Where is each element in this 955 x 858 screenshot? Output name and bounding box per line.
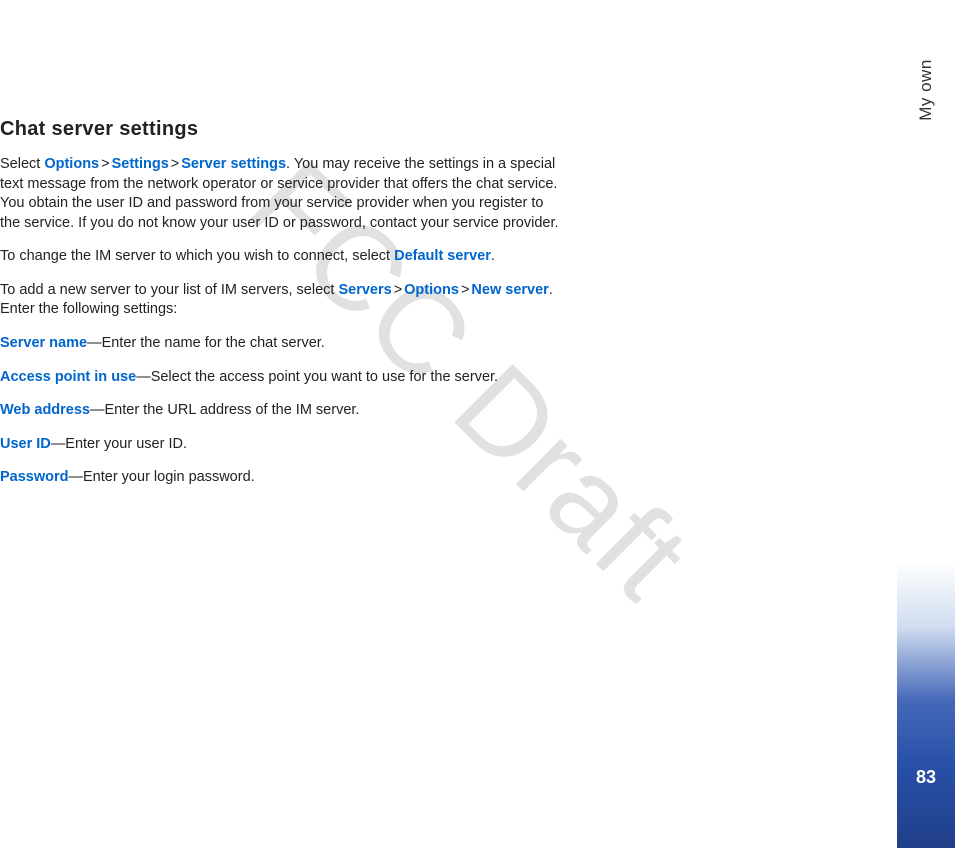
menu-options: Options — [44, 156, 99, 172]
text-fragment: To change the IM server to which you wis… — [0, 248, 394, 264]
separator-gt: > — [392, 282, 404, 298]
label-server-name: Server name — [0, 335, 87, 351]
setting-user-id: User ID—Enter your user ID. — [0, 435, 560, 455]
separator-gt: > — [99, 156, 111, 172]
text-fragment: —Enter the name for the chat server. — [87, 335, 325, 351]
separator-gt: > — [169, 156, 181, 172]
text-fragment: —Enter your login password. — [69, 469, 255, 485]
page-number: 83 — [916, 767, 936, 788]
content-area: Chat server settings Select Options>Sett… — [0, 0, 560, 488]
paragraph-change-server: To change the IM server to which you wis… — [0, 247, 560, 267]
separator-gt: > — [459, 282, 471, 298]
heading-chat-server-settings: Chat server settings — [0, 118, 560, 141]
menu-servers: Servers — [338, 282, 391, 298]
menu-new-server: New server — [471, 282, 548, 298]
menu-settings: Settings — [112, 156, 169, 172]
page-container: FCC Draft Chat server settings Select Op… — [0, 0, 955, 858]
setting-access-point: Access point in use—Select the access po… — [0, 368, 560, 388]
text-fragment: —Enter the URL address of the IM server. — [90, 402, 359, 418]
label-web-address: Web address — [0, 402, 90, 418]
label-password: Password — [0, 469, 69, 485]
sidebar-section-label: My own — [916, 59, 936, 121]
menu-options: Options — [404, 282, 459, 298]
label-user-id: User ID — [0, 436, 51, 452]
sidebar: My own 83 — [897, 30, 955, 848]
label-access-point: Access point in use — [0, 369, 136, 385]
setting-server-name: Server name—Enter the name for the chat … — [0, 334, 560, 354]
menu-server-settings: Server settings — [181, 156, 286, 172]
paragraph-intro: Select Options>Settings>Server settings.… — [0, 155, 560, 233]
text-fragment: —Select the access point you want to use… — [136, 369, 498, 385]
setting-password: Password—Enter your login password. — [0, 468, 560, 488]
paragraph-add-server: To add a new server to your list of IM s… — [0, 281, 560, 320]
text-fragment: Select — [0, 156, 44, 172]
menu-default-server: Default server — [394, 248, 491, 264]
text-fragment: To add a new server to your list of IM s… — [0, 282, 338, 298]
text-fragment: —Enter your user ID. — [51, 436, 187, 452]
setting-web-address: Web address—Enter the URL address of the… — [0, 401, 560, 421]
text-fragment: . — [491, 248, 495, 264]
